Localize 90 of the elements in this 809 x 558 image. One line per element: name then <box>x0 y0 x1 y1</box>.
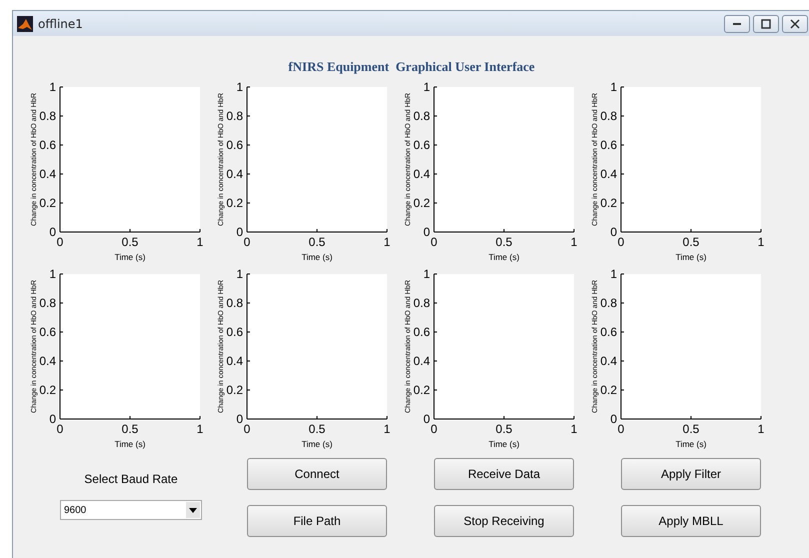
x-tick-label: 0.5 <box>682 235 700 249</box>
y-tick-label: 0.6 <box>413 325 430 339</box>
y-tick-label: 0 <box>49 225 56 239</box>
y-tick-label: 0.6 <box>413 138 430 152</box>
minimize-button[interactable] <box>724 14 750 32</box>
y-tick-label: 0 <box>236 225 244 239</box>
y-tick-label: 0.8 <box>600 109 618 123</box>
x-tick-label: 1 <box>758 422 765 436</box>
close-icon <box>790 18 800 28</box>
y-tick-label: 0.2 <box>39 383 56 397</box>
x-tick-label: 0.5 <box>682 422 700 436</box>
y-tick-label: 1 <box>610 80 618 94</box>
panel-title: fNIRS Equipment Graphical User Interface <box>287 59 536 75</box>
x-axis-title: Time (s) <box>676 252 707 262</box>
y-tick-label: 1 <box>236 267 244 281</box>
y-tick-label: 1 <box>49 267 56 281</box>
y-tick-label: 0.6 <box>600 325 618 339</box>
close-button[interactable] <box>782 14 808 32</box>
y-tick-label: 0.6 <box>39 138 56 152</box>
action-button[interactable]: Connect <box>247 458 387 490</box>
y-tick-label: 0.2 <box>600 196 618 210</box>
y-tick-label: 1 <box>423 80 430 94</box>
y-tick-label: 0.8 <box>226 296 244 310</box>
x-tick-label: 1 <box>570 235 578 249</box>
x-tick-label: 1 <box>570 422 578 436</box>
x-tick-label: 0.5 <box>122 422 139 436</box>
y-tick-label: 0.4 <box>226 354 244 368</box>
y-tick-label: 0.6 <box>39 325 56 339</box>
x-tick-label: 0.5 <box>496 235 513 249</box>
action-button[interactable]: Stop Receiving <box>434 505 574 537</box>
x-tick-label: 1 <box>196 422 204 436</box>
y-tick-label: 1 <box>49 80 56 94</box>
y-tick-label: 0.4 <box>600 167 618 181</box>
action-button[interactable]: File Path <box>247 505 387 537</box>
x-tick-label: 0.5 <box>308 235 326 249</box>
dropdown-arrow-icon <box>189 508 197 512</box>
x-axis-title: Time (s) <box>488 252 520 262</box>
y-tick-label: 0.6 <box>226 325 244 339</box>
y-tick-label: 1 <box>610 267 618 281</box>
app-icon <box>17 16 33 32</box>
y-tick-label: 1 <box>236 80 244 94</box>
y-tick-label: 0.2 <box>413 196 430 210</box>
action-button[interactable]: Apply Filter <box>621 458 761 490</box>
minimize-icon <box>733 22 741 24</box>
y-tick-label: 0 <box>49 412 56 426</box>
y-tick-label: 0.2 <box>226 196 244 210</box>
baud-rate-label: Select Baud Rate <box>83 472 179 486</box>
baud-rate-dropdown[interactable]: 9600 <box>60 500 202 520</box>
y-tick-label: 0 <box>610 225 618 239</box>
y-tick-label: 0.6 <box>600 138 618 152</box>
y-tick-label: 0.8 <box>226 109 244 123</box>
y-tick-label: 0.4 <box>413 167 430 181</box>
y-tick-label: 0.4 <box>413 354 430 368</box>
action-button[interactable]: Apply MBLL <box>621 505 761 537</box>
y-tick-label: 0 <box>236 412 244 426</box>
x-axis-title: Time (s) <box>488 439 520 449</box>
x-tick-label: 0.5 <box>308 422 326 436</box>
y-tick-label: 0.2 <box>413 383 430 397</box>
x-tick-label: 0.5 <box>122 235 139 249</box>
y-tick-label: 0.4 <box>39 354 56 368</box>
y-tick-label: 0 <box>423 412 430 426</box>
y-tick-label: 0 <box>423 225 430 239</box>
y-tick-label: 0 <box>610 412 618 426</box>
y-tick-label: 0.4 <box>226 167 244 181</box>
y-tick-label: 1 <box>423 267 430 281</box>
window-title: offline1 <box>38 16 83 30</box>
x-tick-label: 1 <box>384 422 391 436</box>
x-axis-title: Time (s) <box>302 439 333 449</box>
x-tick-label: 1 <box>196 235 204 249</box>
y-tick-label: 0.4 <box>39 167 56 181</box>
y-tick-label: 0.2 <box>226 383 244 397</box>
y-tick-label: 0.8 <box>600 296 618 310</box>
x-axis-title: Time (s) <box>302 252 333 262</box>
y-tick-label: 0.2 <box>600 383 618 397</box>
y-tick-label: 0.2 <box>39 196 56 210</box>
y-tick-label: 0.6 <box>226 138 244 152</box>
x-axis-title: Time (s) <box>676 439 707 449</box>
x-axis-title: Time (s) <box>114 252 146 262</box>
y-tick-label: 0.8 <box>413 296 430 310</box>
x-axis-title: Time (s) <box>114 439 146 449</box>
x-tick-label: 1 <box>758 235 765 249</box>
x-tick-label: 1 <box>384 235 391 249</box>
y-tick-label: 0.8 <box>39 109 56 123</box>
maximize-button[interactable] <box>753 14 779 32</box>
maximize-icon <box>761 18 771 28</box>
y-tick-label: 0.8 <box>39 296 56 310</box>
action-button[interactable]: Receive Data <box>434 458 574 490</box>
y-tick-label: 0.4 <box>600 354 618 368</box>
x-tick-label: 0.5 <box>496 422 513 436</box>
y-tick-label: 0.8 <box>413 109 430 123</box>
